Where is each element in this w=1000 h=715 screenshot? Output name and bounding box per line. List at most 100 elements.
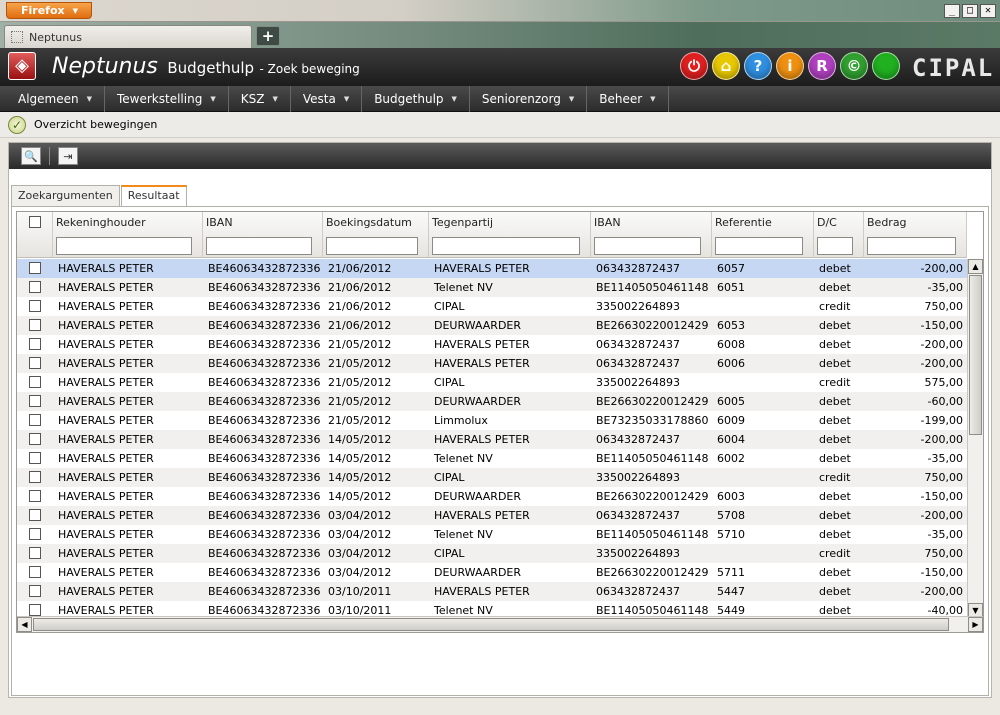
scroll-up-button[interactable]: ▲ (968, 259, 983, 274)
table-row[interactable]: HAVERALS PETER BE46063432872336 21/05/2012… (17, 354, 967, 373)
cell-rekeninghouder: HAVERALS PETER (58, 566, 154, 579)
toolbar-separator (49, 147, 50, 165)
table-row[interactable]: HAVERALS PETER BE46063432872336 03/10/2011… (17, 601, 967, 617)
row-checkbox[interactable] (29, 509, 41, 521)
row-checkbox[interactable] (29, 338, 41, 350)
cell-rekeninghouder: HAVERALS PETER (58, 509, 154, 522)
row-checkbox[interactable] (29, 566, 41, 578)
help-icon[interactable]: ? (744, 52, 772, 80)
close-button[interactable]: ✕ (980, 4, 996, 18)
cell-iban: BE46063432872336 (208, 490, 321, 503)
r-icon[interactable]: R (808, 52, 836, 80)
copyright-icon[interactable]: © (840, 52, 868, 80)
table-row[interactable]: HAVERALS PETER BE46063432872336 21/05/2012… (17, 411, 967, 430)
menu-item-ksz[interactable]: KSZ ▼ (229, 86, 291, 112)
row-checkbox[interactable] (29, 433, 41, 445)
row-checkbox[interactable] (29, 547, 41, 559)
row-checkbox[interactable] (29, 300, 41, 312)
new-tab-button[interactable]: + (256, 26, 280, 46)
filter-input-referentie[interactable] (715, 237, 803, 255)
exit-button[interactable]: ⇥ (58, 147, 78, 165)
row-checkbox[interactable] (29, 471, 41, 483)
minimize-button[interactable]: _ (944, 4, 960, 18)
column-header-dc[interactable]: D/C (814, 212, 864, 258)
table-row[interactable]: HAVERALS PETER BE46063432872336 21/05/2012… (17, 335, 967, 354)
column-header-tegenpartij-iban[interactable]: IBAN (591, 212, 712, 258)
filter-input-iban[interactable] (206, 237, 312, 255)
select-all-checkbox[interactable] (29, 216, 41, 228)
menu-item-vesta[interactable]: Vesta ▼ (291, 86, 363, 112)
cell-iban: BE46063432872336 (208, 300, 321, 313)
row-select-cell (17, 468, 53, 487)
table-row[interactable]: HAVERALS PETER BE46063432872336 03/04/2012… (17, 563, 967, 582)
scroll-left-button[interactable]: ◀ (17, 617, 32, 632)
cell-bedrag: -35,00 (927, 528, 963, 541)
cell-rekeninghouder: HAVERALS PETER (58, 547, 154, 560)
table-row[interactable]: HAVERALS PETER BE46063432872336 03/04/2012… (17, 525, 967, 544)
power-icon[interactable]: ⏻ (680, 52, 708, 80)
horizontal-scrollbar[interactable]: ◀ ▶ (17, 616, 983, 632)
column-header-boekingsdatum[interactable]: Boekingsdatum (323, 212, 429, 258)
column-header-rekeninghouder[interactable]: Rekeninghouder (53, 212, 203, 258)
table-row[interactable]: HAVERALS PETER BE46063432872336 21/05/2012… (17, 373, 967, 392)
table-row[interactable]: HAVERALS PETER BE46063432872336 21/06/2012… (17, 316, 967, 335)
row-checkbox[interactable] (29, 319, 41, 331)
filter-input-boekingsdatum[interactable] (326, 237, 418, 255)
menu-item-algemeen[interactable]: Algemeen ▼ (6, 86, 105, 112)
column-header-referentie[interactable]: Referentie (712, 212, 814, 258)
firefox-menu-button[interactable]: Firefox ▼ (6, 2, 92, 19)
table-row[interactable]: HAVERALS PETER BE46063432872336 14/05/2012… (17, 487, 967, 506)
row-checkbox[interactable] (29, 357, 41, 369)
scroll-right-button[interactable]: ▶ (968, 617, 983, 632)
maximize-button[interactable]: □ (962, 4, 978, 18)
row-checkbox[interactable] (29, 490, 41, 502)
row-checkbox[interactable] (29, 414, 41, 426)
menu-item-beheer[interactable]: Beheer ▼ (587, 86, 669, 112)
row-checkbox[interactable] (29, 395, 41, 407)
tab-zoekargumenten[interactable]: Zoekargumenten (11, 185, 120, 207)
filter-input-tegenpartij-iban[interactable] (594, 237, 701, 255)
column-header-tegenpartij[interactable]: Tegenpartij (429, 212, 591, 258)
filter-input-tegenpartij[interactable] (432, 237, 580, 255)
column-header-iban[interactable]: IBAN (203, 212, 323, 258)
row-checkbox[interactable] (29, 585, 41, 597)
table-row[interactable]: HAVERALS PETER BE46063432872336 21/05/2012… (17, 392, 967, 411)
filter-input-rekeninghouder[interactable] (56, 237, 192, 255)
table-row[interactable]: HAVERALS PETER BE46063432872336 14/05/2012… (17, 449, 967, 468)
cell-boekingsdatum: 21/06/2012 (328, 262, 392, 275)
table-row[interactable]: HAVERALS PETER BE46063432872336 21/06/2012… (17, 259, 967, 278)
browser-tab[interactable]: Neptunus (4, 25, 252, 48)
table-row[interactable]: HAVERALS PETER BE46063432872336 14/05/2012… (17, 468, 967, 487)
row-checkbox[interactable] (29, 528, 41, 540)
tab-resultaat[interactable]: Resultaat (120, 185, 187, 208)
column-header-label: Rekeninghouder (56, 216, 146, 229)
status-icon[interactable] (872, 52, 900, 80)
horizontal-scroll-thumb[interactable] (33, 618, 949, 631)
main-panel: 🔍 ⇥ Zoekargumenten Resultaat Rekeninghoud… (8, 142, 992, 698)
table-row[interactable]: HAVERALS PETER BE46063432872336 21/06/2012… (17, 278, 967, 297)
row-checkbox[interactable] (29, 604, 41, 616)
row-checkbox[interactable] (29, 452, 41, 464)
table-row[interactable]: HAVERALS PETER BE46063432872336 03/04/2012… (17, 506, 967, 525)
row-checkbox[interactable] (29, 262, 41, 274)
table-row[interactable]: HAVERALS PETER BE46063432872336 03/04/2012… (17, 544, 967, 563)
table-row[interactable]: HAVERALS PETER BE46063432872336 14/05/2012… (17, 430, 967, 449)
cell-iban: BE46063432872336 (208, 433, 321, 446)
table-row[interactable]: HAVERALS PETER BE46063432872336 03/10/2011… (17, 582, 967, 601)
filter-input-dc[interactable] (817, 237, 853, 255)
cell-tegenpartij-iban: 063432872437 (596, 585, 680, 598)
search-button[interactable]: 🔍 (21, 147, 41, 165)
info-icon[interactable]: i (776, 52, 804, 80)
row-checkbox[interactable] (29, 281, 41, 293)
row-checkbox[interactable] (29, 376, 41, 388)
table-row[interactable]: HAVERALS PETER BE46063432872336 21/06/2012… (17, 297, 967, 316)
column-header-bedrag[interactable]: Bedrag (864, 212, 967, 258)
menu-item-seniorenzorg[interactable]: Seniorenzorg ▼ (470, 86, 588, 112)
vertical-scroll-thumb[interactable] (969, 275, 982, 435)
vertical-scrollbar[interactable]: ▲ ▼ (967, 259, 983, 618)
filter-input-bedrag[interactable] (867, 237, 956, 255)
menu-item-budgethulp[interactable]: Budgethulp ▼ (362, 86, 470, 112)
menu-item-tewerkstelling[interactable]: Tewerkstelling ▼ (105, 86, 229, 112)
cell-tegenpartij-iban: BE26630220012429 (596, 319, 709, 332)
home-icon[interactable]: ⌂ (712, 52, 740, 80)
